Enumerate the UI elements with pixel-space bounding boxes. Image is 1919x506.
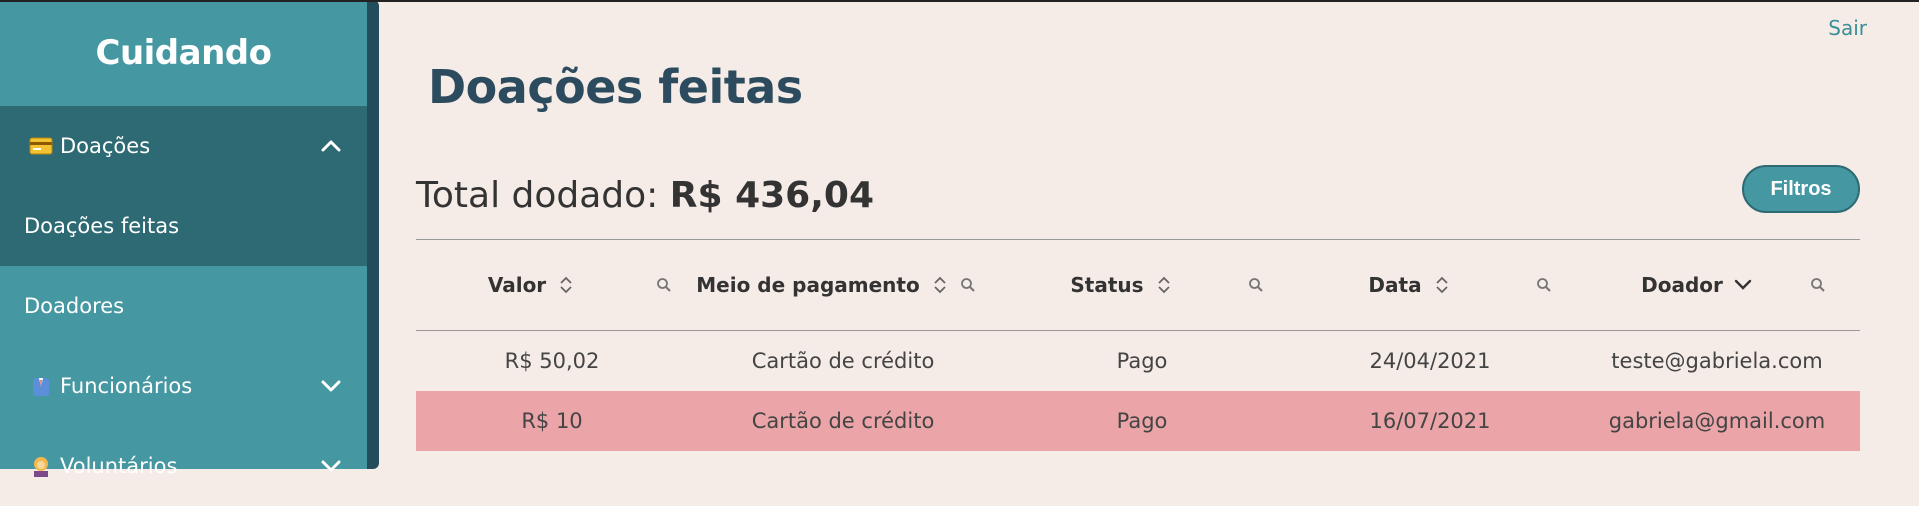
column-title: Valor — [487, 273, 547, 297]
table-header: Valor Meio de pagamento Status Data Doad… — [416, 240, 1860, 330]
sidebar-group-doacoes: Doações Doações feitas — [0, 106, 367, 266]
total-value: R$ 436,04 — [669, 175, 875, 216]
sidebar-item-funcionarios[interactable]: Funcionários — [0, 346, 367, 426]
cell-data: 24/04/2021 — [1369, 349, 1491, 373]
donations-table: Valor Meio de pagamento Status Data Doad… — [416, 239, 1860, 451]
column-title: Data — [1368, 273, 1422, 297]
sidebar-item-voluntarios[interactable]: Voluntários — [0, 426, 367, 506]
total-label: Total dodado: — [416, 175, 659, 216]
total-donated: Total dodado: R$ 436,04 — [416, 175, 874, 216]
chevron-down-icon[interactable] — [319, 374, 343, 398]
sidebar-item-doadores[interactable]: Doadores — [0, 266, 367, 346]
sort-desc-icon[interactable] — [1733, 273, 1753, 297]
sidebar-edge — [367, 0, 379, 469]
window-top-border — [0, 0, 1919, 2]
sort-icon[interactable] — [1432, 273, 1452, 297]
column-header-status: Status — [998, 240, 1286, 330]
credit-card-icon — [28, 136, 54, 156]
sidebar-item-label: Voluntários — [60, 454, 178, 478]
column-header-data: Data — [1286, 240, 1574, 330]
sidebar-subitem-label: Doações feitas — [24, 214, 180, 238]
sidebar-item-label: Doadores — [24, 294, 125, 318]
cell-meio-pagamento: Cartão de crédito — [751, 409, 935, 433]
search-icon[interactable] — [1534, 275, 1554, 295]
cell-valor: R$ 50,02 — [504, 349, 600, 373]
column-header-valor: Valor — [416, 240, 688, 330]
column-title: Meio de pagamento — [696, 273, 920, 297]
column-header-meio-pagamento: Meio de pagamento — [688, 240, 998, 330]
cell-doador: teste@gabriela.com — [1611, 349, 1823, 373]
sort-icon[interactable] — [1154, 273, 1174, 297]
filter-button[interactable]: Filtros — [1742, 165, 1860, 213]
cell-status: Pago — [1116, 349, 1168, 373]
brand-logo[interactable]: Cuidando — [0, 0, 367, 106]
cell-meio-pagamento: Cartão de crédito — [751, 349, 935, 373]
logout-link[interactable]: Sair — [1828, 16, 1867, 40]
sidebar-item-label: Doações — [60, 134, 151, 158]
column-title: Doador — [1641, 273, 1723, 297]
table-row-highlighted[interactable]: R$ 10 Cartão de crédito Pago 16/07/2021 … — [416, 391, 1860, 451]
search-icon[interactable] — [1808, 275, 1828, 295]
volunteer-icon — [28, 456, 54, 477]
search-icon[interactable] — [654, 275, 674, 295]
column-header-doador: Doador — [1574, 240, 1860, 330]
sidebar-item-label: Funcionários — [60, 374, 193, 398]
sidebar: Cuidando Doações Doações feitas Doadores — [0, 0, 367, 478]
chevron-down-icon[interactable] — [319, 454, 343, 478]
sidebar-subitem-doacoes-feitas[interactable]: Doações feitas — [0, 186, 367, 266]
chevron-up-icon[interactable] — [319, 134, 343, 158]
cell-valor: R$ 10 — [521, 409, 583, 433]
cell-data: 16/07/2021 — [1369, 409, 1491, 433]
sort-icon[interactable] — [930, 273, 950, 297]
employee-icon — [28, 376, 54, 396]
search-icon[interactable] — [958, 275, 978, 295]
page-title: Doações feitas — [428, 60, 803, 114]
sort-icon[interactable] — [556, 273, 576, 297]
sidebar-item-doacoes[interactable]: Doações — [0, 106, 367, 186]
cell-doador: gabriela@gmail.com — [1608, 409, 1826, 433]
search-icon[interactable] — [1246, 275, 1266, 295]
table-row[interactable]: R$ 50,02 Cartão de crédito Pago 24/04/20… — [416, 331, 1860, 391]
cell-status: Pago — [1116, 409, 1168, 433]
column-title: Status — [1070, 273, 1144, 297]
